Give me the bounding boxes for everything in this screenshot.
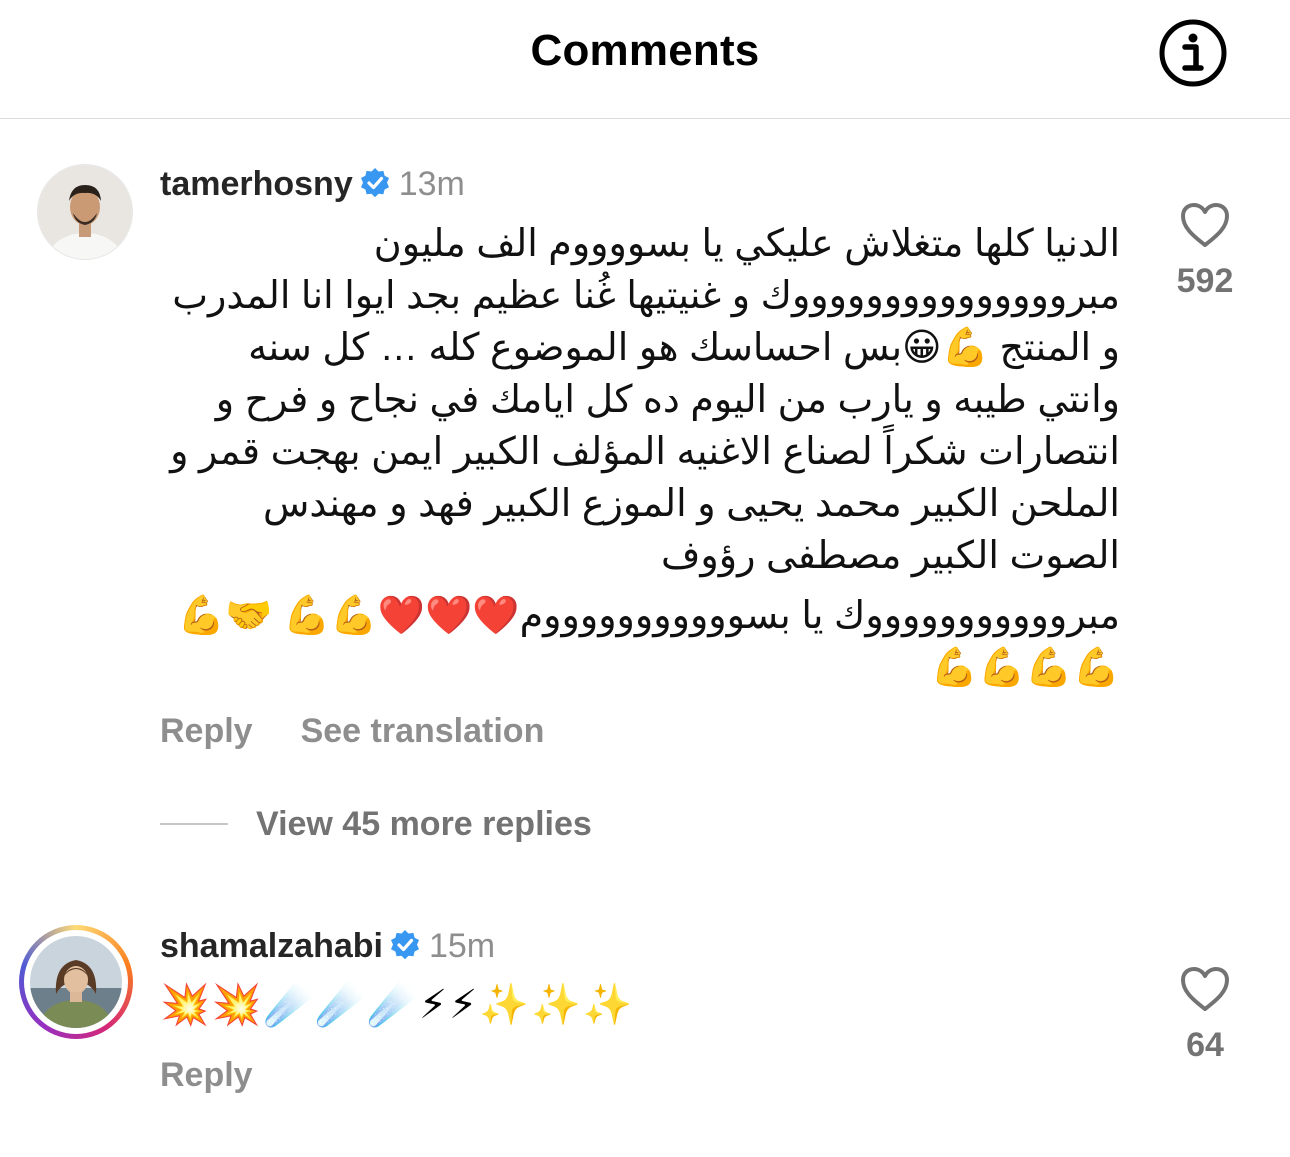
comment-timestamp: 13m <box>398 165 465 203</box>
like-column: 64 <box>1160 966 1250 1065</box>
username[interactable]: tamerhosny <box>160 165 353 203</box>
comment-paragraph: الدنيا كلها متغلاش عليكي يا بسووووم الف … <box>170 223 1120 577</box>
comment-meta: tamerhosny 13m <box>160 164 465 208</box>
see-translation-button[interactable]: See translation <box>301 712 545 750</box>
heart-icon[interactable] <box>1180 966 1230 1012</box>
info-button[interactable] <box>1158 18 1228 88</box>
like-count: 64 <box>1186 1026 1224 1064</box>
replies-divider <box>160 823 228 825</box>
comment-meta: shamalzahabi 15m <box>160 926 495 970</box>
comments-header: Comments <box>0 0 1290 119</box>
view-more-replies-label[interactable]: View 45 more replies <box>256 805 592 844</box>
comment-actions: Reply <box>160 1056 253 1095</box>
comment-paragraph: مبروووووووووووك يا بسوووووووووووم❤️❤️❤️💪… <box>177 595 1120 689</box>
verified-badge-icon <box>359 167 391 208</box>
reply-button[interactable]: Reply <box>160 1056 253 1094</box>
username[interactable]: shamalzahabi <box>160 927 383 965</box>
comment-timestamp: 15m <box>428 927 496 965</box>
comment-text: الدنيا كلها متغلاش عليكي يا بسووووم الف … <box>160 218 1120 694</box>
like-count: 592 <box>1176 262 1234 300</box>
like-column: 592 <box>1160 202 1250 301</box>
avatar-story-ring[interactable] <box>19 925 133 1039</box>
comment-text: 💥💥☄️☄️☄️⚡⚡✨✨✨ <box>160 983 635 1027</box>
page-title: Comments <box>530 26 760 75</box>
view-more-replies[interactable]: View 45 more replies <box>160 802 592 846</box>
info-icon <box>1159 19 1227 87</box>
avatar-image <box>30 936 122 1028</box>
heart-icon[interactable] <box>1180 202 1230 248</box>
avatar <box>30 936 122 1028</box>
avatar[interactable] <box>37 164 133 260</box>
reply-button[interactable]: Reply <box>160 712 253 750</box>
verified-badge-icon <box>389 929 421 970</box>
avatar-image <box>38 165 132 259</box>
comment-actions: Reply See translation <box>160 712 544 751</box>
